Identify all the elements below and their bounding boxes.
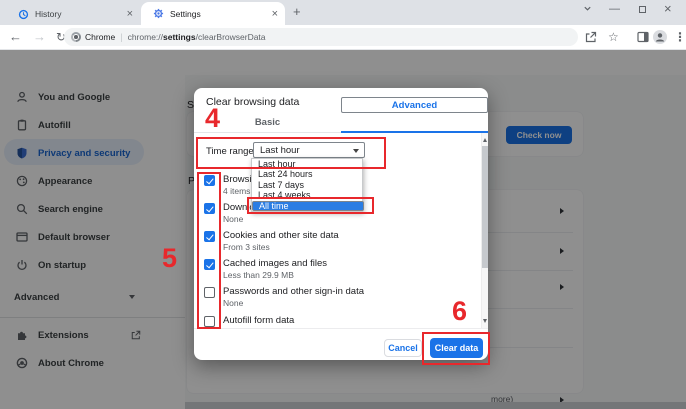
tab-close-icon[interactable]: × — [265, 9, 285, 19]
browser-toolbar: ← → ↻ Chrome | chrome://settings/clearBr… — [0, 25, 686, 50]
annotation-box-clear-data — [422, 332, 490, 365]
annotation-step-6: 6 — [452, 298, 467, 325]
chrome-page-icon — [71, 32, 81, 42]
tab-search-chevron-icon[interactable] — [583, 4, 592, 13]
history-icon — [18, 9, 29, 20]
url-path: /clearBrowserData — [196, 32, 266, 42]
back-icon[interactable]: ← — [9, 31, 22, 43]
tab-strip: History × Settings × + — × — [0, 0, 686, 25]
settings-gear-icon — [153, 8, 164, 19]
item-title: Passwords and other sign-in data — [223, 286, 364, 297]
item-title: Cached images and files — [223, 258, 327, 269]
window-maximize-icon[interactable] — [639, 6, 646, 13]
scrollbar-thumb[interactable] — [482, 146, 488, 268]
share-icon[interactable] — [585, 31, 597, 43]
profile-avatar[interactable] — [653, 30, 667, 44]
menu-option[interactable]: Last 24 hours — [252, 169, 362, 179]
new-tab-button[interactable]: + — [293, 6, 301, 18]
url-product: Chrome — [85, 32, 115, 42]
window-minimize-icon[interactable]: — — [609, 3, 620, 15]
url-scheme: chrome:// — [128, 32, 163, 42]
menu-option[interactable]: Last 7 days — [252, 180, 362, 190]
forward-icon: → — [33, 31, 46, 43]
kebab-menu-icon[interactable]: ⋮ — [674, 31, 686, 43]
annotation-box-time-range — [196, 137, 386, 169]
annotation-box-all-time — [247, 197, 374, 214]
clear-browsing-data-dialog: Clear browsing data Basic Advanced Time … — [194, 88, 488, 360]
tab-title: History — [35, 9, 61, 19]
address-bar[interactable]: Chrome | chrome://settings/clearBrowserD… — [64, 28, 578, 46]
tab-history[interactable]: History × — [8, 3, 140, 25]
annotation-box-checkboxes — [197, 172, 221, 329]
annotation-step-4: 4 — [205, 105, 220, 132]
item-title: Cookies and other site data — [223, 230, 339, 241]
browser-window: History × Settings × + — × ← → ↻ Chrome — [0, 0, 686, 409]
item-subtitle: 4 items — [223, 186, 250, 196]
scroll-up-icon[interactable] — [483, 138, 487, 142]
side-panel-icon[interactable] — [637, 31, 649, 43]
url-host: settings — [163, 32, 196, 42]
window-close-icon[interactable]: × — [664, 3, 672, 15]
scroll-down-icon[interactable] — [483, 319, 487, 323]
bookmark-star-icon[interactable]: ☆ — [608, 31, 619, 43]
annotation-step-5: 5 — [162, 245, 177, 272]
item-subtitle: From 3 sites — [223, 242, 270, 252]
tab-close-icon[interactable]: × — [120, 9, 140, 19]
tab-title: Settings — [170, 9, 201, 19]
tab-settings[interactable]: Settings × — [141, 2, 285, 25]
tab-advanced[interactable]: Advanced — [341, 97, 488, 113]
footer-divider — [194, 328, 488, 329]
item-subtitle: None — [223, 298, 243, 308]
url-separator: | — [120, 32, 122, 42]
item-title: Autofill form data — [223, 315, 294, 326]
item-subtitle: Less than 29.9 MB — [223, 270, 294, 280]
item-subtitle: None — [223, 214, 243, 224]
cancel-button[interactable]: Cancel — [384, 339, 422, 357]
